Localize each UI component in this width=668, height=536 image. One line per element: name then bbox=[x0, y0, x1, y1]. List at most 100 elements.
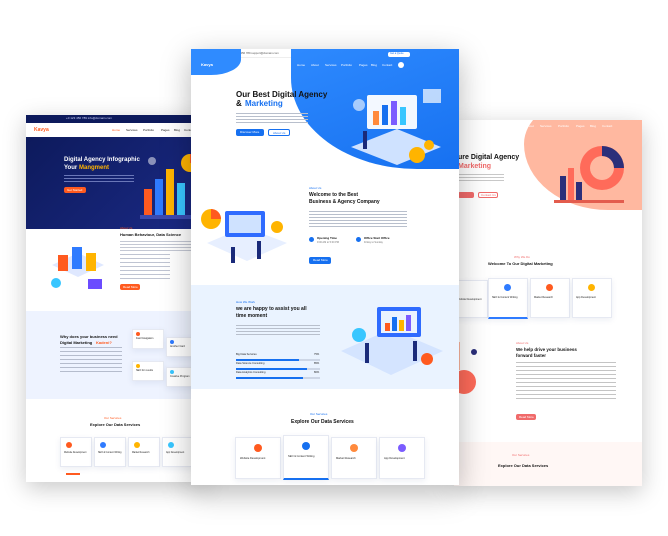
center-hero-amp: & bbox=[236, 99, 242, 108]
right-services-title: Explore Our Data Services bbox=[498, 463, 549, 468]
left-about-kicker: About Us bbox=[120, 226, 133, 230]
left-nav-portfolio[interactable]: Portfolio bbox=[143, 129, 154, 132]
center-hero-button-about[interactable]: About Us bbox=[268, 129, 290, 136]
center-about-kicker: About Us bbox=[309, 186, 322, 190]
center-progress-3-label: Data Analytics Consulting bbox=[236, 371, 266, 374]
right-why-kicker: Why We Do bbox=[514, 255, 530, 259]
right-about-kicker: About Us bbox=[516, 341, 529, 345]
center-service-4[interactable]: App Development bbox=[379, 437, 425, 479]
center-progress-1-track bbox=[236, 359, 320, 361]
left-why-card-3[interactable]: SEO for results bbox=[132, 361, 164, 381]
left-nav-home[interactable]: Home bbox=[112, 129, 120, 132]
center-progress-1-label: Big Data Services bbox=[236, 353, 257, 356]
center-how-title-2: time moment bbox=[236, 313, 268, 319]
right-hero-title-highlight: Marketing bbox=[458, 163, 492, 170]
left-service-4[interactable]: App Development bbox=[162, 437, 194, 467]
right-about-title-1: We help drive your business bbox=[516, 347, 577, 352]
left-nav-pages[interactable]: Pages bbox=[161, 129, 170, 132]
right-about-button[interactable]: Read More bbox=[516, 414, 536, 420]
center-nav-services[interactable]: Services bbox=[325, 64, 337, 67]
right-why-title: Welcome To Our Digital Marketing bbox=[488, 261, 553, 266]
center-service-2[interactable]: SEO & Content Writing bbox=[283, 435, 329, 480]
right-nav-portfolio[interactable]: Portfolio bbox=[558, 125, 569, 128]
left-service-2[interactable]: SEO & Content Writing bbox=[94, 437, 126, 467]
center-about-button[interactable]: Read More bbox=[309, 257, 331, 264]
right-nav-contact[interactable]: Contact bbox=[602, 125, 612, 128]
research-icon bbox=[134, 442, 140, 448]
right-nav-services[interactable]: Services bbox=[540, 125, 552, 128]
seo-icon bbox=[100, 442, 106, 448]
center-feature-2: Office Start Office bbox=[364, 236, 390, 240]
seo-icon bbox=[302, 442, 310, 450]
navigation-icon bbox=[136, 332, 140, 336]
right-feature-3[interactable]: Market Research bbox=[530, 278, 570, 318]
left-service-1[interactable]: Website Development bbox=[60, 437, 92, 467]
right-nav-blog[interactable]: Blog bbox=[590, 125, 596, 128]
left-why-card-1[interactable]: Fast Navigation bbox=[132, 329, 164, 349]
right-hero-illustration bbox=[554, 146, 624, 203]
right-hero-title-1: ure Digital Agency bbox=[458, 154, 520, 161]
right-feature-2[interactable]: SEO & Content Writing bbox=[488, 278, 528, 319]
right-nav-pages[interactable]: Pages bbox=[576, 125, 585, 128]
center-template-preview: +0 123 456 789 support@domain.com Kavya … bbox=[191, 49, 459, 485]
left-topbar bbox=[26, 115, 208, 123]
center-nav-home[interactable]: Home bbox=[297, 64, 305, 67]
center-service-3[interactable]: Market Research bbox=[331, 437, 377, 479]
center-hero-title-highlight: Marketing bbox=[245, 99, 283, 108]
right-template-preview: Home About Services Portfolio Pages Blog… bbox=[454, 120, 642, 486]
center-progress-3-fill bbox=[236, 377, 303, 379]
center-hero-text-lines bbox=[236, 113, 308, 123]
center-progress-2-fill bbox=[236, 368, 307, 370]
right-about-title-2: forward faster bbox=[516, 353, 547, 358]
center-about-title-2: Business & Agency Company bbox=[309, 199, 380, 205]
seo-icon bbox=[136, 364, 140, 368]
center-feature-1: Opening Time bbox=[317, 236, 337, 240]
center-logo[interactable]: Kavya bbox=[201, 63, 213, 67]
center-progress-1-fill bbox=[236, 359, 299, 361]
left-logo[interactable]: Kavya bbox=[34, 128, 49, 133]
center-about-text-lines bbox=[309, 211, 407, 229]
center-services-title: Explore Our Data Services bbox=[291, 419, 354, 425]
left-contact-text: +0 123 456 789 info@domain.com bbox=[66, 116, 112, 120]
left-about-button[interactable]: Read More bbox=[120, 284, 140, 290]
center-progress-1-value: 75% bbox=[314, 353, 320, 356]
center-nav-about[interactable]: About bbox=[311, 64, 319, 67]
right-hero-button-2[interactable]: Contact Us bbox=[478, 192, 498, 198]
center-nav-portfolio[interactable]: Portfolio bbox=[341, 64, 352, 67]
right-nav-home[interactable]: Home bbox=[512, 125, 520, 128]
right-hero-text-lines bbox=[458, 174, 504, 182]
left-services-title: Explore Our Data Services bbox=[90, 422, 141, 427]
app-icon bbox=[588, 284, 595, 291]
center-nav-contact[interactable]: Contact bbox=[382, 64, 392, 67]
center-nav-pages[interactable]: Pages bbox=[359, 64, 368, 67]
center-progress-3-track bbox=[236, 377, 320, 379]
web-icon bbox=[254, 444, 262, 452]
right-about-text-lines bbox=[516, 362, 616, 402]
left-about-title: Human Behaviour, Data Science bbox=[120, 232, 182, 237]
right-hero-button-1[interactable] bbox=[458, 192, 474, 198]
center-about-title-1: Welcome to the Best bbox=[309, 192, 359, 198]
left-why-text-lines bbox=[60, 347, 122, 375]
search-icon[interactable] bbox=[398, 62, 404, 68]
center-hero-button-discover[interactable]: Discover More bbox=[236, 129, 264, 136]
right-nav-about[interactable]: About bbox=[526, 125, 534, 128]
seo-icon bbox=[504, 284, 511, 291]
right-feature-4[interactable]: App Development bbox=[572, 278, 612, 318]
program-icon bbox=[170, 370, 174, 374]
left-about-text-lines bbox=[120, 241, 200, 251]
left-why-title-highlight: Kadeni? bbox=[96, 340, 112, 345]
web-icon bbox=[66, 442, 72, 448]
center-nav-blog[interactable]: Blog bbox=[371, 64, 377, 67]
center-service-1[interactable]: Website Development bbox=[235, 437, 281, 479]
left-nav-blog[interactable]: Blog bbox=[174, 129, 180, 132]
left-nav-services[interactable]: Services bbox=[126, 129, 138, 132]
right-services-kicker: Our Services bbox=[512, 453, 530, 457]
left-service-3[interactable]: Market Research bbox=[128, 437, 160, 467]
clock-icon bbox=[309, 237, 314, 242]
right-feature-1[interactable]: Website Development bbox=[454, 280, 488, 318]
left-hero-title-1: Digital Agency Infographic bbox=[64, 157, 140, 163]
left-hero-button[interactable]: Get Started bbox=[64, 187, 86, 193]
left-why-title-1: Why does your business need bbox=[60, 334, 118, 339]
center-cta-button[interactable]: Get a Quote bbox=[388, 52, 410, 57]
center-progress-2-value: 85% bbox=[314, 362, 320, 365]
